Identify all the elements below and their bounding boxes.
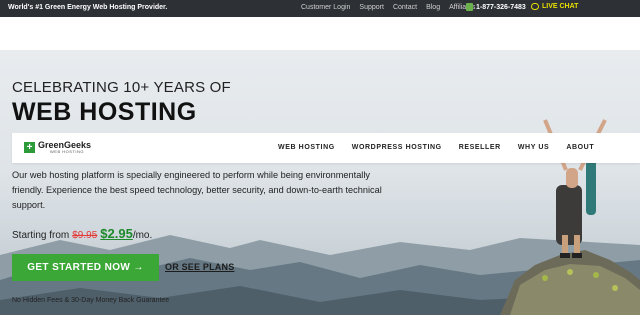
- new-price: $2.95: [100, 226, 133, 241]
- live-chat-link[interactable]: LIVE CHAT: [531, 3, 578, 10]
- phone-icon: [466, 3, 473, 11]
- phone-number[interactable]: 1-877-326-7483: [466, 3, 526, 11]
- nav-items: WEB HOSTING WORDPRESS HOSTING RESELLER W…: [278, 144, 594, 151]
- nav-about[interactable]: ABOUT: [566, 144, 594, 151]
- price-suffix: /mo.: [132, 230, 153, 241]
- hero-description: Our web hosting platform is specially en…: [12, 170, 382, 210]
- customer-login-link[interactable]: Customer Login: [301, 4, 350, 11]
- main-navigation: + GreenGeeks WEB HOSTING WEB HOSTING WOR…: [12, 133, 640, 163]
- logo-subtitle: WEB HOSTING: [50, 149, 84, 154]
- hero-title: WEB HOSTING: [12, 98, 197, 126]
- top-links: Customer Login Support Contact Blog Affi…: [301, 4, 475, 11]
- phone-text: 1-877-326-7483: [476, 3, 526, 11]
- nav-reseller[interactable]: RESELLER: [459, 144, 501, 151]
- hero-kicker: CELEBRATING 10+ YEARS OF: [12, 79, 231, 96]
- chat-icon: [531, 3, 539, 10]
- contact-link[interactable]: Contact: [393, 4, 417, 11]
- blog-link[interactable]: Blog: [426, 4, 440, 11]
- old-price: $9.95: [72, 230, 98, 241]
- see-plans-link[interactable]: OR SEE PLANS: [165, 262, 234, 272]
- price-prefix: Starting from: [12, 230, 70, 241]
- pricing-line: Starting from $9.95 $2.95 /mo.: [12, 226, 152, 241]
- tagline: World's #1 Green Energy Web Hosting Prov…: [8, 4, 168, 11]
- live-chat-label: LIVE CHAT: [542, 3, 579, 10]
- guarantee-note: No Hidden Fees & 30-Day Money Back Guara…: [12, 297, 170, 304]
- top-utility-bar: World's #1 Green Energy Web Hosting Prov…: [0, 0, 640, 17]
- get-started-button[interactable]: GET STARTED NOW →: [12, 254, 159, 281]
- header-spacer: [0, 17, 640, 50]
- nav-web-hosting[interactable]: WEB HOSTING: [278, 144, 335, 151]
- nav-wordpress-hosting[interactable]: WORDPRESS HOSTING: [352, 144, 442, 151]
- plus-logo-icon: +: [24, 142, 35, 153]
- greengeeks-logo[interactable]: + GreenGeeks WEB HOSTING: [24, 141, 91, 154]
- support-link[interactable]: Support: [359, 4, 384, 11]
- logo-text: GreenGeeks WEB HOSTING: [38, 141, 91, 154]
- nav-why-us[interactable]: WHY US: [518, 144, 549, 151]
